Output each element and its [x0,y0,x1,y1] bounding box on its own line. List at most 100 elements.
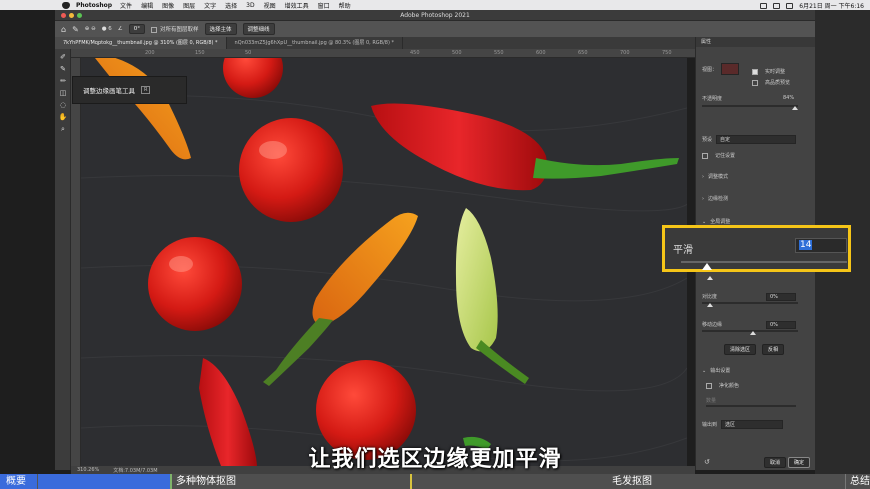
contrast-field[interactable]: 0% [766,293,796,301]
tool-hint-label: 调整边缘画笔工具 [83,87,135,95]
ruler-label: 550 [494,50,504,56]
sample-all-checkbox[interactable]: 对所有图层取样 [150,25,199,33]
panel-title: 属性 [696,37,815,47]
smooth-slider-knob[interactable] [702,263,712,270]
object-select-icon[interactable]: ◫ [58,89,68,97]
close-icon[interactable] [61,13,66,18]
contrast-slider[interactable] [702,302,798,304]
ruler-label: 50 [245,50,252,56]
chevron-down-icon: ⌄ [702,218,707,225]
clear-selection-button[interactable]: 清除选区 [724,344,757,355]
preset-select[interactable]: 自定 [716,135,797,144]
output-to-label: 输出到 [702,422,718,428]
chapter-hair[interactable]: 毛发抠图 [410,474,845,489]
opacity-value[interactable]: 84% [783,95,794,101]
document-tabs: 7kYhPFMK/Mqptokg__thumbnail.jpg @ 310% (… [55,37,695,49]
brush-size-icon[interactable]: ● 6 [102,26,112,32]
menu-app-name[interactable]: Photoshop [76,2,112,9]
section-output[interactable]: ⌄ 输出设置 [702,367,730,375]
shift-edge-field[interactable]: 0% [766,321,796,329]
menu-view[interactable]: 视图 [264,1,276,10]
menu-file[interactable]: 文件 [120,1,132,10]
tab-document-1[interactable]: 7kYhPFMK/Mqptokg__thumbnail.jpg @ 310% (… [55,37,227,49]
chevron-right-icon: › [702,173,704,180]
menu-type[interactable]: 文字 [204,1,216,10]
smooth-label: 平滑 [673,245,693,256]
tools-panel: ✐ ✎ ✏ ◫ ◌ ✋ ⌕ [55,49,71,470]
brush-tool-icon[interactable]: ✎ [72,25,79,34]
angle-icon: ∠ [117,26,123,32]
remember-checkbox[interactable]: 记住设置 [702,152,735,159]
zoom-icon[interactable] [77,13,82,18]
menu-plugins[interactable]: 增效工具 [285,1,309,10]
output-to-row: 输出到 选区 [702,420,784,429]
shift-edge-slider-knob[interactable] [750,331,756,335]
minimize-icon[interactable] [69,13,74,18]
chapter-bar: 概要 多种物体抠图 毛发抠图 总结 [0,474,870,489]
section-global[interactable]: ⌄ 全局调整 [702,218,730,226]
menu-select[interactable]: 选择 [225,1,237,10]
chapter-overview[interactable]: 概要 [0,474,37,489]
chapter-multi-object[interactable]: 多种物体抠图 [170,474,410,489]
ruler-label: 150 [195,50,205,56]
canvas[interactable] [81,58,687,466]
contrast-label: 对比度 [702,294,718,300]
lasso-icon[interactable]: ◌ [58,101,68,109]
menu-help[interactable]: 帮助 [339,1,351,10]
add-mode-icon[interactable]: ⊕ ⊖ [85,26,96,32]
menu-layer[interactable]: 图层 [183,1,195,10]
amount-row: 数量 [706,397,716,404]
clock[interactable]: 6月21日 周一 下午6:16 [799,1,864,10]
battery-icon[interactable] [773,2,781,9]
options-bar: ⌂ ✎ ⊕ ⊖ ● 6 ∠ 0° 对所有图层取样 选择主体 调整细线 [55,21,815,37]
output-to-select[interactable]: 选区 [721,420,784,429]
window-controls [61,13,82,18]
view-thumbnail[interactable] [721,63,740,75]
apple-icon[interactable] [62,1,70,9]
ruler-label: 600 [536,50,546,56]
live-adjust-checkbox[interactable]: 实时调整 [752,68,785,75]
smooth-field[interactable]: 14 [795,238,847,253]
angle-field[interactable]: 0° [128,24,145,34]
tab-document-2[interactable]: nQn033mZ5Jg6hXpU__thumbnail.jpg @ 80.3% … [227,37,404,49]
shortcut-key: R [141,86,151,94]
smooth-control-highlight: 平滑 14 [662,225,851,272]
opacity-slider[interactable] [702,105,798,107]
amount-slider[interactable] [706,405,796,407]
home-icon[interactable]: ⌂ [61,25,66,34]
chapter-summary[interactable]: 总结 [845,474,870,489]
video-subtitle: 让我们选区边缘更加平滑 [308,447,562,472]
ruler-top: 200 150 50 450 500 550 600 650 700 750 [71,49,695,58]
opacity-label: 不透明度 [702,96,723,102]
menu-3d[interactable]: 3D [246,2,254,9]
brush-icon[interactable]: ✏ [58,77,68,85]
opacity-row: 不透明度 [702,95,722,102]
wifi-icon[interactable] [786,2,794,9]
view-row: 视图： [702,63,740,75]
quick-select-icon[interactable]: ✐ [58,53,68,61]
chapter-progress[interactable] [37,474,170,489]
zoom-tool-icon[interactable]: ⌕ [58,125,68,133]
window-titlebar: Adobe Photoshop 2021 [55,10,815,21]
hand-icon[interactable]: ✋ [58,113,68,121]
menu-edit[interactable]: 编辑 [141,1,153,10]
decontaminate-checkbox[interactable]: 净化颜色 [706,382,739,389]
section-edge[interactable]: › 边缘检测 [702,195,728,203]
select-subject-button[interactable]: 选择主体 [204,23,237,35]
chevron-right-icon: › [702,195,704,202]
refine-edge-brush-icon[interactable]: ✎ [58,65,68,73]
invert-button[interactable]: 反相 [762,344,785,355]
ruler-label: 450 [410,50,420,56]
menu-window[interactable]: 窗口 [318,1,330,10]
preset-label: 预设 [702,137,713,143]
menu-image[interactable]: 图像 [162,1,174,10]
contrast-slider-knob[interactable] [707,303,713,307]
preset-row: 预设 自定 [702,135,797,144]
high-quality-checkbox[interactable]: 高品质预览 [752,79,790,86]
refine-hair-button[interactable]: 调整细线 [242,23,275,35]
feather-slider-knob[interactable] [707,276,713,280]
mac-menubar: Photoshop 文件 编辑 图像 图层 文字 选择 3D 视图 增效工具 窗… [0,0,870,10]
section-mode[interactable]: › 调整模式 [702,173,728,181]
user-icon[interactable] [760,2,768,9]
opacity-slider-knob[interactable] [792,106,798,110]
